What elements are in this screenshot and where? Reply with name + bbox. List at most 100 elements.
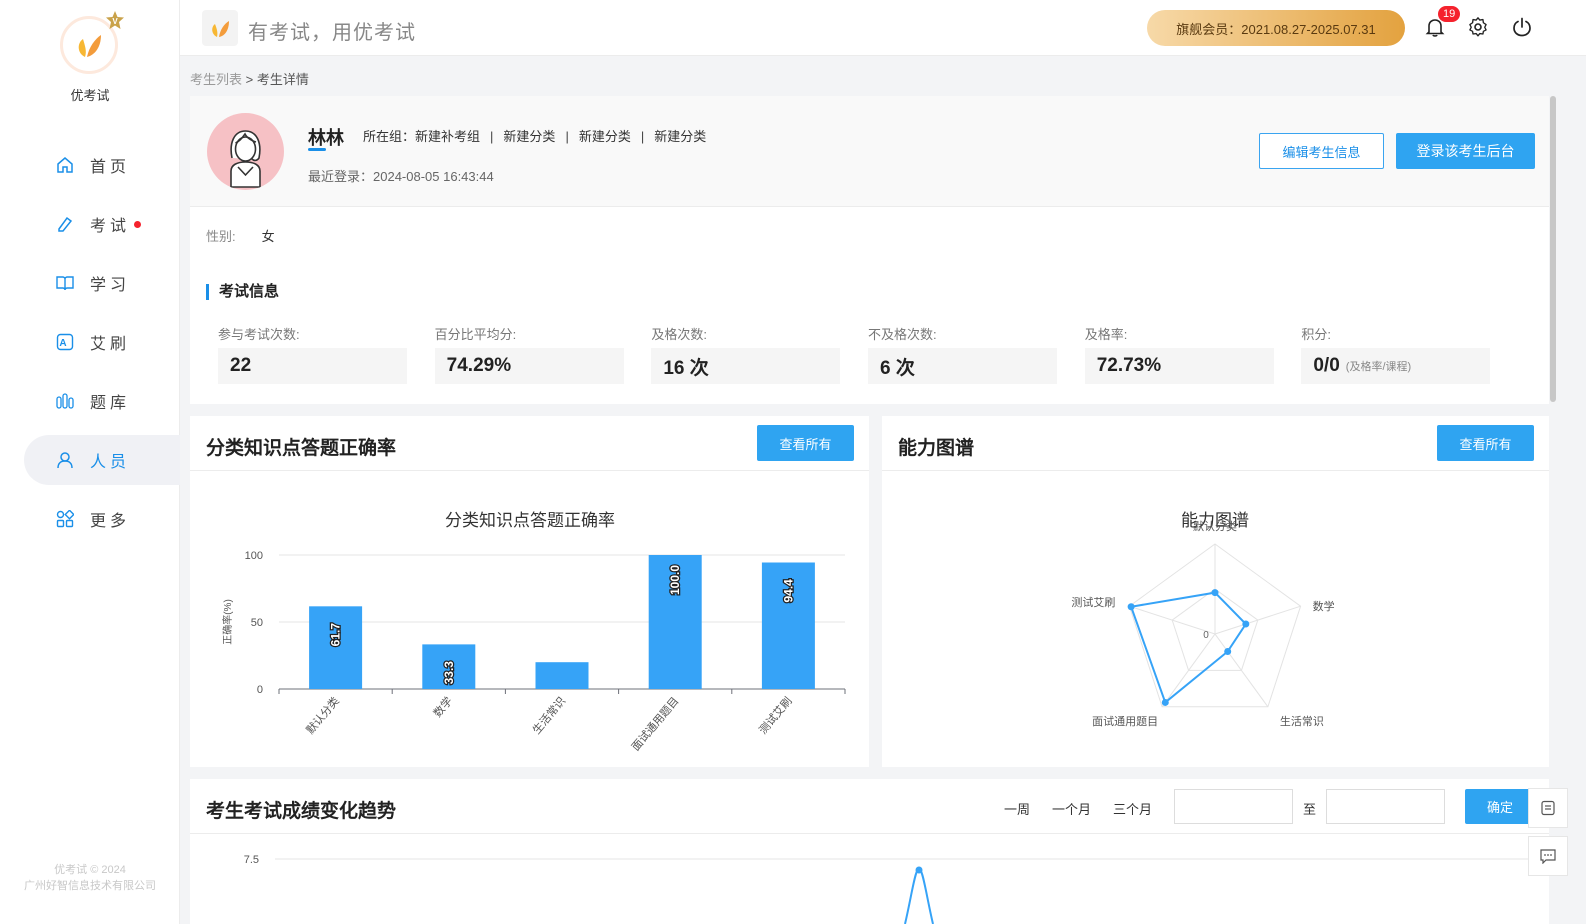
date-range-separator: 至 xyxy=(1303,802,1317,817)
radar-indicator-label: 面试通用题目 xyxy=(1092,715,1158,728)
sidebar-item-brush[interactable]: A 艾刷 xyxy=(0,317,180,367)
user-icon xyxy=(57,452,73,469)
range-one-month[interactable]: 一个月 xyxy=(1052,799,1091,818)
chart-title: 分类知识点答题正确率 xyxy=(445,511,615,530)
sidebar-item-more[interactable]: 更多 xyxy=(0,494,180,544)
sidebar-item-home[interactable]: 首页 xyxy=(0,140,180,190)
bar-value-label: 94.4 xyxy=(781,579,795,603)
sidebar-item-label: 首页 xyxy=(90,159,131,176)
group-separator: | xyxy=(640,129,645,144)
header-slogan: 有考试，用优考试 xyxy=(248,22,416,44)
stat-pass-count: 及格次数: 16 次 xyxy=(651,324,868,384)
radar-indicator-label: 默认分类 xyxy=(1193,519,1237,533)
vip-badge-icon: V xyxy=(106,11,124,29)
notification-count-badge: 19 xyxy=(1438,6,1461,22)
stat-value-box: 16 次 xyxy=(651,348,841,384)
stat-value-box: 72.73% xyxy=(1084,348,1274,384)
score-trend-chart: 7.5 xyxy=(244,854,1530,924)
radar-point xyxy=(1127,603,1135,611)
y-tick-label: 0 xyxy=(257,684,263,696)
sidebar-item-exam[interactable]: 考试 xyxy=(0,199,180,249)
stat-value-box: 6 次 xyxy=(868,348,1058,384)
panel-title: 考生考试成绩变化趋势 xyxy=(206,801,397,822)
stat-value: 74.29% xyxy=(446,355,512,376)
start-date-input[interactable] xyxy=(1174,789,1293,824)
unread-dot xyxy=(134,220,142,228)
stat-value-box: 22 xyxy=(218,348,407,384)
vip-membership-badge[interactable]: 旗舰会员：2021.08.27-2025.07.31 xyxy=(1147,10,1405,46)
sidebar-item-study[interactable]: 学习 xyxy=(0,258,180,308)
panel-header: 能力图谱 查看所有 xyxy=(882,416,1549,471)
range-three-months[interactable]: 三个月 xyxy=(1113,799,1152,818)
sidebar-item-users[interactable]: 人员 xyxy=(24,435,180,485)
stat-label: 百分比平均分: xyxy=(434,327,517,342)
profile-header: 林林 所在组：新建补考组 | 新建分类 | 新建分类 | 新建分类 最近登录：2024-08… xyxy=(190,96,1549,207)
breadcrumb-separator: > xyxy=(242,72,257,87)
sidebar-item-label: 题库 xyxy=(90,395,131,412)
group-tag: 新建分类 xyxy=(578,129,631,144)
group-separator: | xyxy=(490,129,494,144)
svg-text:A: A xyxy=(59,338,70,349)
group-tag: 新建补考组 xyxy=(415,129,481,144)
x-tick-label: 测试艾刷 xyxy=(756,695,794,737)
range-one-week[interactable]: 一周 xyxy=(1004,799,1030,818)
edit-student-info-button[interactable]: 编辑考生信息 xyxy=(1259,133,1384,169)
breadcrumb-parent-link[interactable]: 考生列表 xyxy=(190,72,242,87)
bar xyxy=(309,606,363,689)
document-icon xyxy=(1541,800,1555,816)
end-date-input[interactable] xyxy=(1326,789,1445,824)
brush-icon: A xyxy=(56,333,74,351)
gender-value: 女 xyxy=(261,229,275,244)
sidebar-item-label: 艾刷 xyxy=(90,336,131,353)
stat-pass-rate: 及格率: 72.73% xyxy=(1084,324,1302,384)
breadcrumb-current: 考生详情 xyxy=(256,72,309,87)
breadcrumb: 考生列表 > 考生详情 xyxy=(190,69,309,88)
x-tick-label: 数学 xyxy=(430,694,455,720)
power-icon[interactable] xyxy=(1511,16,1533,38)
bar xyxy=(535,662,589,689)
copyright-line: 优考试 © 2024 xyxy=(54,864,126,876)
radar-indicator-label: 测试艾刷 xyxy=(1071,596,1115,609)
stat-value-box: 74.29% xyxy=(434,348,624,384)
sidebar-item-label: 人员 xyxy=(90,454,131,471)
book-icon xyxy=(56,276,74,291)
groups-label: 所在组： xyxy=(363,129,416,144)
ability-radar-chart: 能力图谱0默认分类数学生活常识面试通用题目测试艾刷 xyxy=(1071,511,1334,728)
stat-fail-count: 不及格次数: 6 次 xyxy=(868,324,1085,384)
bar-value-label: 61.7 xyxy=(329,623,343,647)
radar-point xyxy=(1211,589,1219,597)
home-icon xyxy=(57,157,73,173)
radar-point xyxy=(1161,698,1169,706)
panel-header: 分类知识点答题正确率 查看所有 xyxy=(190,416,869,471)
sidebar-item-question-bank[interactable]: 题库 xyxy=(0,376,180,426)
stat-points: 积分: 0/0 (及格率/课程) xyxy=(1301,324,1518,384)
confirm-button[interactable]: 确定 xyxy=(1465,789,1535,824)
apps-icon xyxy=(56,510,74,528)
radar-axis xyxy=(1214,605,1301,635)
y-axis-label: 正确率(%) xyxy=(221,599,234,645)
student-profile-card: 林林 所在组：新建补考组 | 新建分类 | 新建分类 | 新建分类 最近登录：2024-08… xyxy=(190,96,1549,404)
chat-tool-button[interactable] xyxy=(1528,836,1568,876)
student-groups: 所在组：新建补考组 | 新建分类 | 新建分类 | 新建分类 xyxy=(363,126,706,145)
view-all-button[interactable]: 查看所有 xyxy=(1437,425,1534,461)
stat-exam-count: 参与考试次数: 22 xyxy=(218,324,435,384)
notes-tool-button[interactable] xyxy=(1528,788,1568,828)
x-tick-label: 生活常识 xyxy=(529,694,568,737)
scrollbar[interactable] xyxy=(1550,96,1556,402)
question-bank-icon xyxy=(56,393,74,409)
view-all-button[interactable]: 查看所有 xyxy=(757,425,854,461)
stat-label: 及格次数: xyxy=(651,327,707,342)
sidebar-item-label: 考试 xyxy=(90,218,131,235)
company-name: 广州好智信息技术有限公司 xyxy=(24,880,156,892)
x-tick-label: 面试通用题目 xyxy=(629,695,681,754)
radar-axis xyxy=(1129,605,1216,635)
copyright: 优考试 © 2024 广州好智信息技术有限公司 xyxy=(0,862,180,894)
exam-info-title: 考试信息 xyxy=(206,284,279,300)
stat-label: 参与考试次数: xyxy=(218,327,300,342)
bar-value-label: 33.3 xyxy=(442,661,456,685)
last-login-time: 最近登录：2024-08-05 16:43:44 xyxy=(308,169,494,184)
gear-icon[interactable] xyxy=(1467,16,1489,38)
login-as-student-button[interactable]: 登录该考生后台 xyxy=(1396,133,1535,169)
y-tick-label: 50 xyxy=(251,617,263,629)
female-avatar-icon xyxy=(230,130,261,188)
